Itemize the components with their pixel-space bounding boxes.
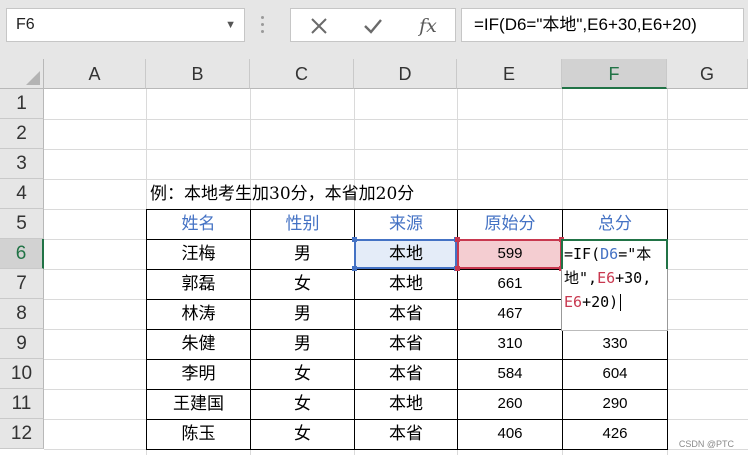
cell-raw-score[interactable]: 661 bbox=[458, 269, 562, 299]
in-cell-formula-editor[interactable]: =IF(D6="本 地",E6+30, E6+20) bbox=[561, 239, 668, 331]
name-box-value: F6 bbox=[16, 16, 35, 33]
watermark: CSDN @PTC bbox=[678, 439, 734, 449]
editor-ref-e6: E6 bbox=[597, 269, 616, 287]
cell-raw-score[interactable]: 260 bbox=[458, 389, 562, 419]
editor-text: +30, bbox=[615, 269, 652, 287]
formula-buttons: fx bbox=[290, 8, 456, 42]
row-header-3[interactable]: 3 bbox=[0, 149, 44, 179]
editor-text: 地", bbox=[564, 269, 598, 287]
editor-text: +20) bbox=[582, 293, 619, 311]
cell-raw-score[interactable]: 310 bbox=[458, 329, 562, 359]
text-cursor bbox=[620, 294, 622, 311]
cell-name[interactable]: 王建国 bbox=[147, 389, 250, 419]
chevron-down-icon[interactable]: ▼ bbox=[225, 9, 236, 41]
row-header-1[interactable]: 1 bbox=[0, 89, 44, 119]
row-header-4[interactable]: 4 bbox=[0, 179, 44, 209]
cell-gender[interactable]: 女 bbox=[251, 419, 354, 449]
cell-source[interactable]: 本省 bbox=[355, 329, 457, 359]
column-header-b[interactable]: B bbox=[146, 59, 250, 89]
cell-raw-score[interactable]: 467 bbox=[458, 299, 562, 329]
editor-ref-e6: E6 bbox=[564, 293, 583, 311]
cell-raw-score[interactable]: 406 bbox=[458, 419, 562, 449]
table-header-source[interactable]: 来源 bbox=[355, 209, 457, 239]
column-header-d[interactable]: D bbox=[354, 59, 457, 89]
active-cell-border bbox=[561, 239, 563, 269]
table-header-gender[interactable]: 性别 bbox=[251, 209, 354, 239]
editor-line: =IF(D6="本 bbox=[564, 242, 667, 266]
row-header-10[interactable]: 10 bbox=[0, 359, 44, 389]
row-header-9[interactable]: 9 bbox=[0, 329, 44, 359]
cell-gender[interactable]: 女 bbox=[251, 269, 354, 299]
cell-gender[interactable]: 女 bbox=[251, 359, 354, 389]
editor-line: 地",E6+30, bbox=[564, 266, 667, 290]
column-header-c[interactable]: C bbox=[250, 59, 354, 89]
row-header-2[interactable]: 2 bbox=[0, 119, 44, 149]
cell-source[interactable]: 本省 bbox=[355, 359, 457, 389]
cell-name[interactable]: 郭磊 bbox=[147, 269, 250, 299]
more-options-icon[interactable] bbox=[261, 13, 265, 35]
row-header-5[interactable]: 5 bbox=[0, 209, 44, 239]
gridline bbox=[44, 119, 748, 120]
close-icon bbox=[311, 18, 327, 34]
enter-button[interactable] bbox=[353, 12, 393, 40]
cancel-button[interactable] bbox=[299, 12, 339, 40]
column-header-f[interactable]: F bbox=[562, 59, 667, 89]
row-header-12[interactable]: 12 bbox=[0, 419, 44, 449]
note-cell-b4[interactable]: 例：本地考生加30分，本省加20分 bbox=[150, 180, 414, 208]
cell-name[interactable]: 陈玉 bbox=[147, 419, 250, 449]
cell-source[interactable]: 本地 bbox=[355, 269, 457, 299]
cell-source[interactable]: 本省 bbox=[355, 419, 457, 449]
cell-gender[interactable]: 男 bbox=[251, 299, 354, 329]
formula-input[interactable]: =IF(D6="本地",E6+30,E6+20) bbox=[461, 8, 744, 42]
insert-function-button[interactable]: fx bbox=[408, 12, 448, 40]
row-header-7[interactable]: 7 bbox=[0, 269, 44, 299]
table-border bbox=[146, 449, 667, 450]
active-cell-border bbox=[561, 239, 668, 241]
column-header-a[interactable]: A bbox=[44, 59, 146, 89]
editor-text: ="本 bbox=[618, 245, 652, 263]
name-box[interactable]: F6 ▼ bbox=[6, 8, 245, 42]
cell-total[interactable]: 330 bbox=[563, 329, 667, 359]
cell-gender[interactable]: 男 bbox=[251, 329, 354, 359]
row-header-8[interactable]: 8 bbox=[0, 299, 44, 329]
select-all-button[interactable] bbox=[0, 59, 44, 89]
row-header-6[interactable]: 6 bbox=[0, 239, 44, 269]
cell-name[interactable]: 朱健 bbox=[147, 329, 250, 359]
cell-gender[interactable]: 男 bbox=[251, 239, 354, 269]
cell-name[interactable]: 汪梅 bbox=[147, 239, 250, 269]
editor-ref-d6: D6 bbox=[600, 245, 619, 263]
active-cell-border bbox=[666, 239, 668, 269]
check-icon bbox=[364, 19, 382, 34]
row-header-11[interactable]: 11 bbox=[0, 389, 44, 419]
cell-total[interactable]: 604 bbox=[563, 359, 667, 389]
gridline bbox=[44, 149, 748, 150]
cell-source[interactable]: 本地 bbox=[355, 239, 457, 269]
cell-raw-score[interactable]: 599 bbox=[458, 239, 562, 269]
cell-gender[interactable]: 女 bbox=[251, 389, 354, 419]
spreadsheet-grid[interactable]: A B C D E F G 1 2 3 4 5 6 7 8 9 10 11 12… bbox=[0, 59, 748, 455]
cell-source[interactable]: 本省 bbox=[355, 299, 457, 329]
cell-raw-score[interactable]: 584 bbox=[458, 359, 562, 389]
cell-total[interactable]: 290 bbox=[563, 389, 667, 419]
editor-line: E6+20) bbox=[564, 290, 667, 314]
cell-name[interactable]: 林涛 bbox=[147, 299, 250, 329]
column-header-g[interactable]: G bbox=[667, 59, 748, 89]
cell-total[interactable]: 426 bbox=[563, 419, 667, 449]
cell-name[interactable]: 李明 bbox=[147, 359, 250, 389]
formula-bar: F6 ▼ fx =IF(D6="本地",E6+30,E6+20) bbox=[0, 0, 748, 59]
column-header-e[interactable]: E bbox=[457, 59, 562, 89]
table-header-name[interactable]: 姓名 bbox=[147, 209, 250, 239]
table-header-raw-score[interactable]: 原始分 bbox=[458, 209, 562, 239]
editor-text: =IF( bbox=[564, 245, 601, 263]
table-header-total[interactable]: 总分 bbox=[563, 209, 667, 239]
cell-source[interactable]: 本地 bbox=[355, 389, 457, 419]
